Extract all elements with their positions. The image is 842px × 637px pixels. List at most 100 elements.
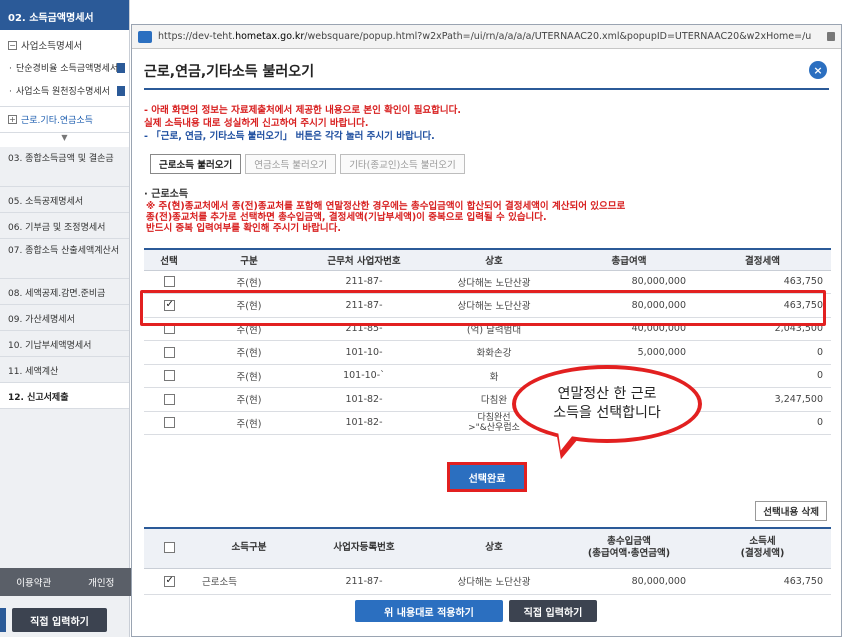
address-bar[interactable]: https://dev-teht. hometax.go.kr/websquare… bbox=[132, 25, 841, 49]
site-favicon-icon bbox=[138, 30, 152, 43]
cell-tax: 0 bbox=[694, 340, 831, 365]
cell-tax: 3,247,500 bbox=[694, 387, 831, 412]
col-name: 상호 bbox=[424, 527, 564, 569]
expand-icon[interactable]: + bbox=[8, 115, 17, 124]
table-row[interactable]: 주(현) 101-82- 다침완선 >"&산우럽소 0 bbox=[144, 411, 831, 435]
close-icon: × bbox=[813, 63, 823, 77]
sidebar-subtitle[interactable]: − 사업소득명세서 bbox=[0, 30, 129, 60]
select-complete-button[interactable]: 선택완료 bbox=[447, 462, 527, 492]
col-kind: 소득구분 bbox=[194, 527, 304, 569]
sidebar-subtitle-label: 사업소득명세서 bbox=[21, 41, 83, 52]
table-row[interactable]: 주(현) 101-10- 화화손강 5,000,000 0 bbox=[144, 340, 831, 365]
table-header-row: 선택 구분 근무처 사업자번호 상호 총급여액 결정세액 bbox=[144, 248, 831, 271]
row-checkbox[interactable] bbox=[163, 346, 175, 358]
footer-bar: 이용약관 개인정 bbox=[0, 568, 135, 596]
row-checkbox[interactable] bbox=[163, 276, 175, 288]
cell-income: 80,000,000 bbox=[564, 568, 694, 595]
sidebar-submenu: − 사업소득명세서 단순경비율 소득금액명세서 사업소득 원천징수명세서 bbox=[0, 30, 129, 107]
title-divider bbox=[144, 88, 829, 90]
url-path: /websquare/popup.html?w2xPath=/ui/rn/a/a… bbox=[304, 31, 812, 42]
sidebar-item-05[interactable]: 05. 소득공제명세서 bbox=[0, 187, 129, 213]
url-prefix: https://dev-teht. bbox=[158, 31, 236, 42]
tab-labor-income[interactable]: 근로소득 불러오기 bbox=[150, 154, 242, 174]
row-checkbox[interactable] bbox=[163, 575, 175, 587]
col-income-tax: 소득세 (결정세액) bbox=[694, 527, 831, 569]
notice-line: - 아래 화면의 정보는 자료제출처에서 제공한 내용으로 본인 확인이 필요합… bbox=[144, 105, 461, 116]
terms-link[interactable]: 이용약관 bbox=[0, 568, 68, 596]
warning-line: 반드시 중복 입력여부를 확인해 주시기 바랍니다. bbox=[146, 223, 341, 234]
cell-bizno: 101-82- bbox=[304, 387, 424, 412]
col-name: 상호 bbox=[424, 248, 564, 271]
sidebar-item-labor-income[interactable]: + 근로.기타.연금소득 bbox=[0, 107, 129, 133]
table-header-row: 소득구분 사업자등록번호 상호 총수입금액 (총급여액·총연금액) 소득세 (결… bbox=[144, 527, 831, 569]
income-table: 선택 구분 근무처 사업자번호 상호 총급여액 결정세액 주(현) 211-87… bbox=[144, 248, 831, 435]
row-checkbox[interactable] bbox=[163, 393, 175, 405]
apply-button[interactable]: 위 내용대로 적용하기 bbox=[355, 600, 503, 622]
cell-name: 상다해논 노단산광 bbox=[424, 568, 564, 595]
direct-input-button-main[interactable]: 직접 입력하기 bbox=[12, 608, 107, 632]
cell-type: 주(현) bbox=[194, 411, 304, 435]
select-all-checkbox[interactable] bbox=[163, 542, 175, 554]
sidebar-item-08[interactable]: 08. 세액공제.감면.준비금 bbox=[0, 279, 129, 305]
selected-row-highlight bbox=[140, 290, 826, 326]
col-bizno: 근무처 사업자번호 bbox=[304, 248, 424, 271]
sidebar-item-12[interactable]: 12. 신고서제출 bbox=[0, 383, 129, 409]
sidebar-item-10[interactable]: 10. 기납부세액명세서 bbox=[0, 331, 129, 357]
sidebar-leaf-label: 단순경비율 소득금액명세서 bbox=[16, 64, 119, 74]
table-row[interactable]: 주(현) 101-10-` 화 0 bbox=[144, 364, 831, 388]
sidebar-leaf-label: 사업소득 원천징수명세서 bbox=[16, 87, 110, 97]
col-bizno: 사업자등록번호 bbox=[304, 527, 424, 569]
table-row[interactable]: 근로소득 211-87- 상다해논 노단산광 80,000,000 463,75… bbox=[144, 568, 831, 595]
popup-window: https://dev-teht. hometax.go.kr/websquare… bbox=[131, 24, 842, 637]
row-checkbox[interactable] bbox=[163, 370, 175, 382]
edit-badge-icon[interactable] bbox=[117, 86, 125, 96]
edit-badge-icon[interactable] bbox=[117, 63, 125, 73]
cell-bizno: 101-10- bbox=[304, 340, 424, 365]
chevron-down-icon: ▼ bbox=[0, 133, 129, 147]
sidebar-item-label: 근로.기타.연금소득 bbox=[21, 116, 93, 126]
callout-line: 연말정산 한 근로 bbox=[557, 386, 657, 402]
cell-name: 화화손강 bbox=[424, 340, 564, 365]
callout-line: 소득을 선택합니다 bbox=[553, 405, 661, 421]
close-button[interactable]: × bbox=[809, 61, 827, 79]
privacy-link[interactable]: 개인정 bbox=[68, 568, 136, 596]
url-host: hometax.go.kr bbox=[235, 31, 305, 42]
col-select-all bbox=[144, 527, 194, 569]
side-tab bbox=[0, 608, 6, 632]
cell-type: 주(현) bbox=[194, 340, 304, 365]
selected-income-table: 소득구분 사업자등록번호 상호 총수입금액 (총급여액·총연금액) 소득세 (결… bbox=[144, 527, 831, 595]
sidebar-item-03[interactable]: 03. 종합소득금액 및 결손금 bbox=[0, 147, 129, 187]
sidebar-item-09[interactable]: 09. 가산세명세서 bbox=[0, 305, 129, 331]
cell-salary: 5,000,000 bbox=[564, 340, 694, 365]
cell-kind: 근로소득 bbox=[194, 568, 304, 595]
cell-bizno: 211-87- bbox=[304, 568, 424, 595]
col-income: 총수입금액 (총급여액·총연금액) bbox=[564, 527, 694, 569]
sidebar-leaf-simple-expense[interactable]: 단순경비율 소득금액명세서 bbox=[0, 60, 129, 79]
tab-other-income[interactable]: 기타(종교인)소득 불러오기 bbox=[340, 154, 465, 174]
notice-line: 실제 소득내용 대로 성실하게 신고하여 주시기 바랍니다. bbox=[144, 118, 369, 129]
popup-title: 근로,연금,기타소득 불러오기 bbox=[144, 64, 315, 80]
warning-line: 종(전)종교처를 추가로 선택하면 총수입금액, 결정세액(기납부세액)이 중복… bbox=[146, 212, 547, 223]
warning-text: ※ 주(현)종교처에서 종(전)종교처를 포함해 연말정산한 경우에는 총수입금… bbox=[146, 201, 836, 234]
section-label: · 근로소득 bbox=[144, 189, 189, 200]
col-type: 구분 bbox=[194, 248, 304, 271]
col-select: 선택 bbox=[144, 248, 194, 271]
sidebar-item-11[interactable]: 11. 세액계산 bbox=[0, 357, 129, 383]
notice-line: - 「근로, 연금, 기타소득 불러오기」 버튼은 각각 눌러 주시기 바랍니다… bbox=[144, 131, 435, 142]
row-checkbox[interactable] bbox=[163, 417, 175, 429]
left-sidebar: 02. 소득금액명세서 − 사업소득명세서 단순경비율 소득금액명세서 사업소득… bbox=[0, 0, 130, 637]
cell-tax: 0 bbox=[694, 411, 831, 435]
cell-type: 주(현) bbox=[194, 387, 304, 412]
sidebar-item-06[interactable]: 06. 기부금 및 조정명세서 bbox=[0, 213, 129, 239]
collapse-icon[interactable]: − bbox=[8, 40, 17, 50]
sidebar-item-07[interactable]: 07. 종합소득 산출세액계산서 bbox=[0, 239, 129, 279]
sidebar-header[interactable]: 02. 소득금액명세서 bbox=[0, 0, 129, 30]
cell-type: 주(현) bbox=[194, 364, 304, 388]
tab-pension-income[interactable]: 연금소득 불러오기 bbox=[245, 154, 337, 174]
instruction-callout: 연말정산 한 근로 소득을 선택합니다 bbox=[512, 365, 702, 443]
sidebar-leaf-withholding[interactable]: 사업소득 원천징수명세서 bbox=[0, 83, 129, 106]
delete-selection-button[interactable]: 선택내용 삭제 bbox=[755, 501, 827, 521]
direct-input-button[interactable]: 직접 입력하기 bbox=[509, 600, 597, 622]
table-row[interactable]: 주(현) 101-82- 다침완 3,247,500 bbox=[144, 387, 831, 412]
warning-line: ※ 주(현)종교처에서 종(전)종교처를 포함해 연말정산한 경우에는 총수입금… bbox=[146, 201, 626, 212]
